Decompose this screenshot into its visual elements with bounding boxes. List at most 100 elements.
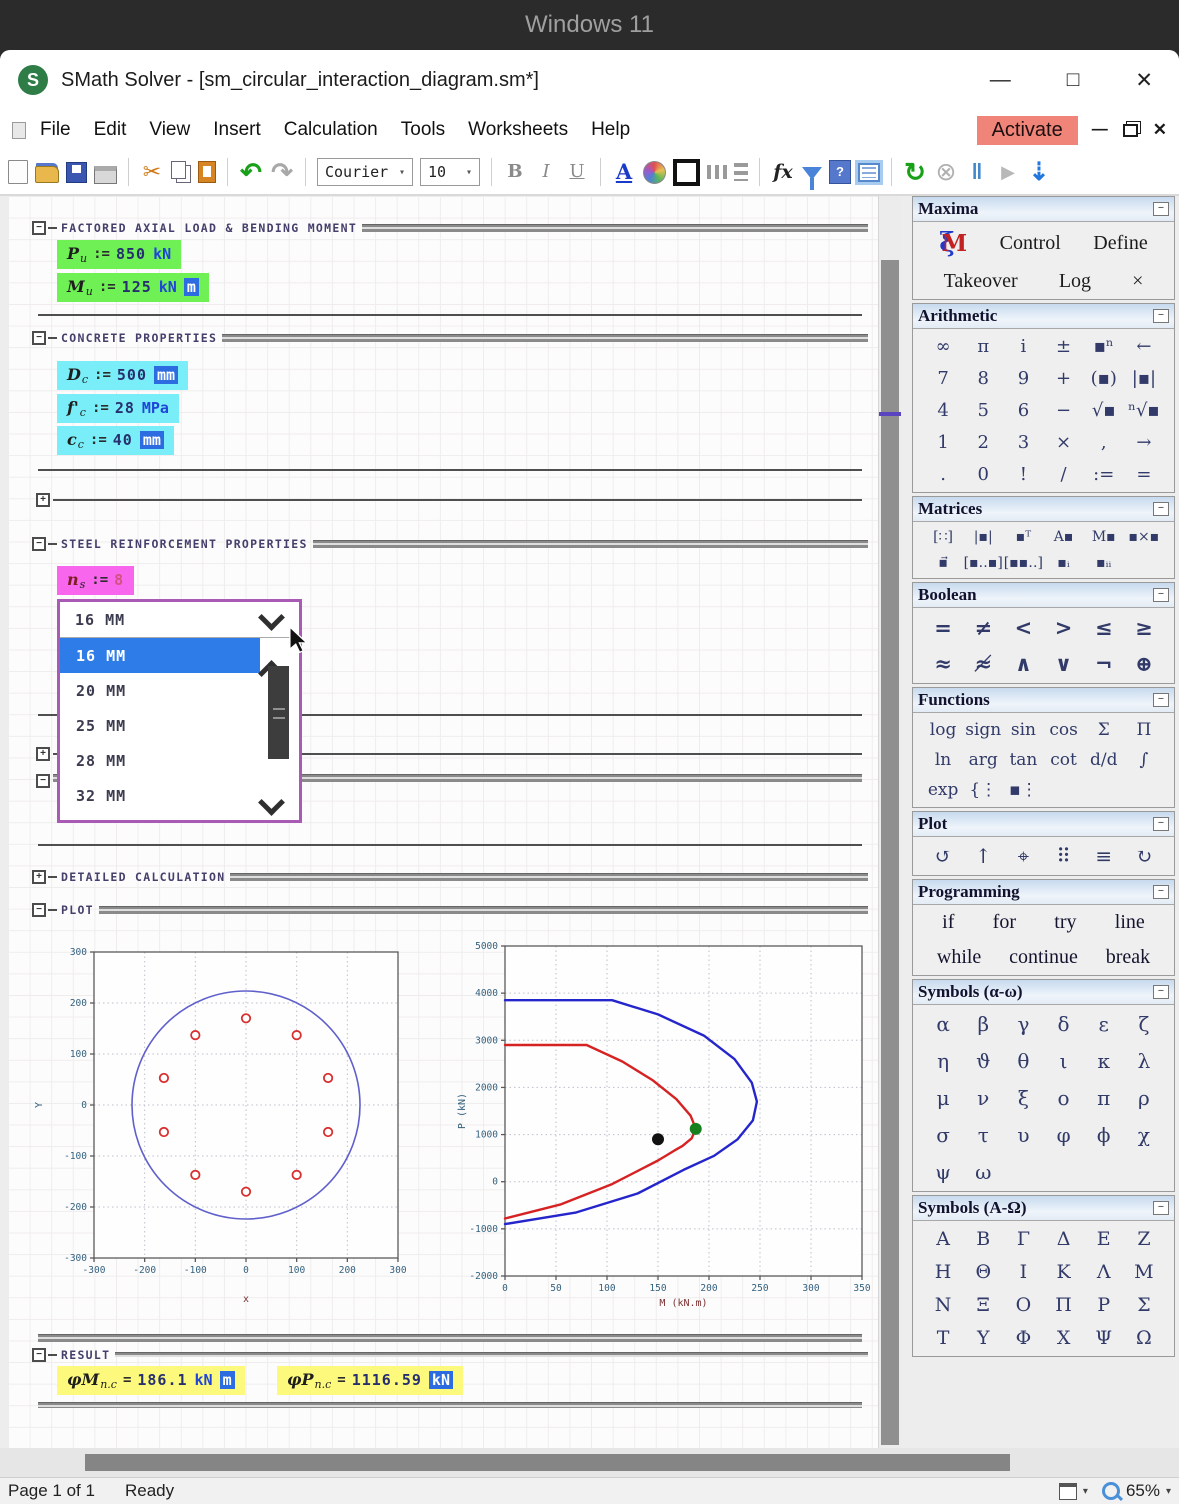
italic-button[interactable]: I bbox=[534, 157, 558, 187]
palette-button[interactable]: sin bbox=[1011, 720, 1036, 740]
palette-button[interactable]: ▪ᵀ bbox=[1016, 529, 1031, 545]
close-button[interactable]: ✕ bbox=[1135, 68, 1153, 93]
palette-button[interactable]: ω bbox=[975, 1160, 991, 1184]
definition-phiPn[interactable]: φPn.c=1116.59kN bbox=[277, 1366, 463, 1395]
palette-button[interactable]: ∧ bbox=[1015, 651, 1032, 676]
palette-button[interactable]: [▪▪‥] bbox=[1004, 555, 1043, 571]
palette-button[interactable]: Σ bbox=[1098, 720, 1110, 740]
palette-button-line[interactable]: line bbox=[1115, 911, 1145, 934]
palette-button[interactable]: ν bbox=[977, 1086, 989, 1110]
palette-button[interactable]: ▪ᵢᵢ bbox=[1096, 555, 1111, 571]
palette-button[interactable]: 0 bbox=[978, 464, 989, 485]
stop-button[interactable]: ⊗ bbox=[934, 157, 958, 187]
vertical-scrollbar-thumb[interactable] bbox=[881, 260, 899, 1445]
palette-button[interactable]: × bbox=[1056, 432, 1071, 453]
palette-button[interactable]: ≈ bbox=[934, 651, 952, 676]
function-button[interactable]: fx bbox=[771, 157, 795, 187]
collapsed-section-toggle[interactable]: + bbox=[36, 493, 50, 507]
caret-down-icon[interactable]: ▾ bbox=[1166, 1486, 1171, 1497]
dropdown-option[interactable]: 20 MM bbox=[60, 673, 260, 708]
collapse-icon[interactable]: − bbox=[1153, 1201, 1169, 1215]
palette-button[interactable]: Ο bbox=[1016, 1294, 1032, 1316]
palette-button-continue[interactable]: continue bbox=[1009, 946, 1078, 969]
palette-button[interactable]: β bbox=[977, 1012, 989, 1036]
palette-button[interactable]: Ω bbox=[1136, 1327, 1152, 1349]
palette-button[interactable]: 4 bbox=[937, 400, 948, 421]
collapse-icon[interactable]: − bbox=[1153, 502, 1169, 516]
caret-down-icon[interactable]: ▾ bbox=[392, 167, 405, 178]
menu-item-tools[interactable]: Tools bbox=[401, 119, 445, 141]
underline-button[interactable]: U bbox=[565, 157, 589, 187]
palette-icon[interactable] bbox=[643, 161, 666, 184]
palette-button[interactable]: Β bbox=[976, 1228, 990, 1250]
palette-button[interactable]: = bbox=[1136, 464, 1151, 485]
palette-button[interactable]: Ψ bbox=[1095, 1327, 1112, 1349]
cut-icon[interactable]: ✂ bbox=[140, 157, 164, 187]
font-color-button[interactable]: A bbox=[612, 157, 636, 187]
palette-button[interactable]: / bbox=[1061, 464, 1067, 485]
palette-button[interactable]: Χ bbox=[1057, 1327, 1071, 1349]
zoom-level[interactable]: 65% bbox=[1126, 1481, 1160, 1501]
palette-button[interactable]: Φ bbox=[1016, 1327, 1032, 1349]
palette-button[interactable]: d∕d bbox=[1090, 750, 1118, 770]
save-icon[interactable] bbox=[66, 162, 87, 183]
palette-button[interactable]: Τ bbox=[937, 1327, 950, 1349]
palette-button[interactable]: θ bbox=[1017, 1049, 1029, 1073]
page-setup-icon[interactable] bbox=[1059, 1483, 1077, 1500]
menu-item-file[interactable]: File bbox=[40, 119, 71, 141]
horizontal-scrollbar[interactable] bbox=[0, 1448, 1179, 1477]
palette-button[interactable]: 1 bbox=[937, 432, 948, 453]
palette-button-if[interactable]: if bbox=[942, 911, 954, 934]
palette-button[interactable]: 7 bbox=[937, 368, 948, 389]
border-button[interactable] bbox=[673, 159, 700, 186]
palette-button[interactable]: 2 bbox=[978, 432, 989, 453]
palette-button[interactable]: Α bbox=[936, 1228, 950, 1250]
palette-button[interactable]: := bbox=[1093, 464, 1114, 485]
palette-button[interactable]: cot bbox=[1050, 750, 1077, 770]
palette-button[interactable]: ⌖ bbox=[1018, 844, 1029, 868]
palette-button[interactable]: ± bbox=[1056, 336, 1071, 357]
dropdown-selected-value[interactable]: 16 MM bbox=[60, 602, 299, 638]
palette-button[interactable]: τ bbox=[978, 1123, 989, 1147]
worksheet-canvas[interactable]: + + − 16 MM 16 MM20 MM25 MM28 MM32 MM bbox=[8, 196, 878, 1448]
palette-button[interactable]: Π bbox=[1137, 720, 1152, 740]
doc-restore-button[interactable] bbox=[1123, 124, 1138, 137]
palette-button[interactable]: π bbox=[1097, 1086, 1110, 1110]
palette-button[interactable]: Π bbox=[1055, 1294, 1072, 1316]
palette-button[interactable]: ≡ bbox=[1095, 844, 1112, 868]
collapse-icon[interactable]: − bbox=[1153, 817, 1169, 831]
collapsed-section-toggle[interactable]: + bbox=[36, 747, 50, 761]
palette-button-break[interactable]: break bbox=[1106, 946, 1150, 969]
palette-button[interactable]: (▪) bbox=[1091, 368, 1117, 389]
section-toggle[interactable]: − bbox=[32, 221, 46, 235]
palette-button-control[interactable]: Control bbox=[1000, 232, 1061, 255]
menu-item-calculation[interactable]: Calculation bbox=[284, 119, 378, 141]
palette-header-matrices[interactable]: Matrices− bbox=[913, 497, 1174, 522]
palette-button[interactable]: → bbox=[1136, 432, 1151, 453]
palette-button[interactable]: Ι bbox=[1020, 1261, 1028, 1283]
palette-button[interactable]: ≉ bbox=[974, 651, 992, 676]
palette-button[interactable]: ≥ bbox=[1135, 615, 1153, 640]
palette-button[interactable]: ! bbox=[1020, 464, 1027, 485]
palette-button[interactable]: {⋮ bbox=[969, 780, 997, 800]
help-book-button[interactable]: ? bbox=[829, 160, 851, 184]
palette-button[interactable]: Ν bbox=[935, 1294, 952, 1316]
caret-down-icon[interactable]: ▾ bbox=[459, 167, 472, 178]
palette-button[interactable]: ζ bbox=[1138, 1012, 1149, 1036]
palette-button[interactable]: λ bbox=[1138, 1049, 1151, 1073]
palette-button[interactable]: sign bbox=[965, 720, 1001, 740]
palette-button[interactable]: ⠿ bbox=[1056, 844, 1071, 868]
palette-button[interactable]: δ bbox=[1058, 1012, 1070, 1036]
palette-button[interactable]: Κ bbox=[1056, 1261, 1070, 1283]
rebar-size-dropdown[interactable]: 16 MM 16 MM20 MM25 MM28 MM32 MM bbox=[57, 599, 302, 823]
palette-button[interactable]: ▪ᵢ bbox=[1057, 555, 1069, 571]
palette-button[interactable]: ∫ bbox=[1139, 750, 1148, 770]
palette-header-maxima[interactable]: Maxima− bbox=[913, 197, 1174, 222]
palette-button-x[interactable]: × bbox=[1132, 270, 1143, 293]
palette-button[interactable]: < bbox=[1015, 615, 1033, 640]
palette-button[interactable]: ϑ bbox=[976, 1049, 990, 1073]
palette-button[interactable]: + bbox=[1056, 368, 1071, 389]
palette-header-boolean[interactable]: Boolean− bbox=[913, 583, 1174, 608]
palette-header-functions[interactable]: Functions− bbox=[913, 688, 1174, 713]
menu-item-worksheets[interactable]: Worksheets bbox=[468, 119, 568, 141]
